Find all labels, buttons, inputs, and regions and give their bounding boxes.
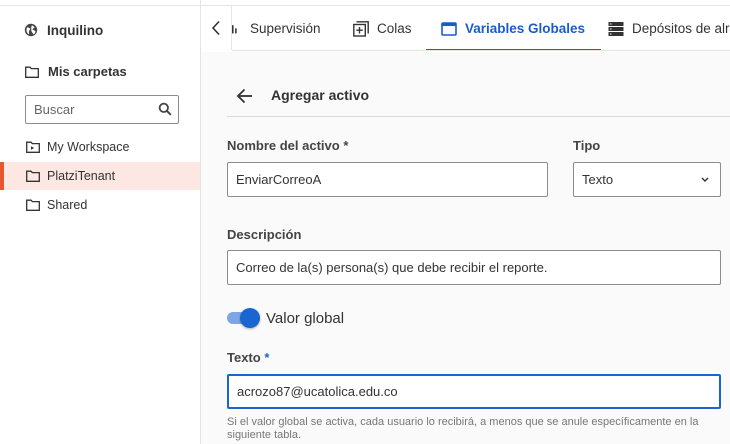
tab-colas[interactable]: Colas bbox=[353, 6, 412, 50]
text-value-label: Texto * bbox=[227, 350, 269, 365]
folder-search-box bbox=[25, 95, 179, 124]
text-value-label-text: Texto bbox=[227, 350, 261, 365]
window-icon bbox=[441, 21, 457, 36]
tab-label: Variables Globales bbox=[465, 21, 586, 36]
global-value-toggle[interactable] bbox=[227, 308, 260, 328]
storage-icon bbox=[608, 21, 624, 36]
workspace-folder-icon bbox=[26, 141, 40, 153]
tab-depositos[interactable]: Depósitos de alr bbox=[608, 6, 730, 50]
sidebar: Inquilino Mis carpetas My Workspace Plat… bbox=[0, 0, 201, 444]
text-value-field bbox=[227, 374, 721, 409]
description-field bbox=[227, 250, 721, 285]
queues-icon bbox=[353, 20, 369, 37]
asset-name-input[interactable] bbox=[228, 163, 547, 196]
description-input[interactable] bbox=[228, 251, 720, 284]
my-folders-header: Mis carpetas bbox=[25, 64, 127, 79]
sidebar-item-platzitenant[interactable]: PlatziTenant bbox=[0, 162, 200, 190]
text-value-input[interactable] bbox=[229, 376, 719, 407]
globe-icon bbox=[24, 23, 38, 37]
type-select[interactable]: Texto bbox=[573, 162, 721, 197]
sidebar-top-divider bbox=[0, 0, 201, 6]
folder-icon bbox=[26, 170, 40, 182]
toggle-knob bbox=[240, 308, 260, 328]
sidebar-item-label: My Workspace bbox=[47, 140, 130, 154]
tab-variables-globales[interactable]: Variables Globales bbox=[426, 6, 602, 50]
asset-name-field bbox=[227, 162, 548, 197]
sidebar-item-label: Shared bbox=[47, 198, 88, 212]
back-arrow-icon[interactable] bbox=[236, 87, 254, 105]
sidebar-item-label: PlatziTenant bbox=[47, 169, 116, 183]
folder-icon bbox=[26, 199, 40, 211]
tab-label: Supervisión bbox=[250, 21, 321, 36]
main-panel: Agregar activo Nombre del activo * Tipo … bbox=[201, 52, 730, 444]
collapse-sidebar-button[interactable] bbox=[201, 6, 232, 50]
folder-search-input[interactable] bbox=[26, 96, 154, 123]
description-label: Descripción bbox=[227, 227, 302, 242]
chevron-down-icon bbox=[701, 177, 709, 182]
required-marker: * bbox=[264, 350, 270, 365]
global-value-label: Valor global bbox=[266, 309, 345, 327]
search-icon[interactable] bbox=[158, 102, 172, 116]
global-value-toggle-row: Valor global bbox=[227, 308, 344, 328]
global-value-help-text: Si el valor global se activa, cada usuar… bbox=[227, 416, 699, 441]
tab-supervision[interactable]: Supervisión bbox=[232, 6, 321, 50]
bar-chart-icon bbox=[232, 24, 237, 33]
page-title: Agregar activo bbox=[271, 87, 370, 103]
tenant-label: Inquilino bbox=[47, 22, 104, 38]
required-marker: * bbox=[343, 138, 349, 153]
folder-icon bbox=[25, 66, 39, 78]
asset-name-label: Nombre del activo * bbox=[227, 138, 348, 153]
chevron-left-icon bbox=[211, 20, 220, 36]
page-header: Agregar activo bbox=[227, 81, 730, 117]
asset-name-label-text: Nombre del activo bbox=[227, 138, 340, 153]
sidebar-item-my-workspace[interactable]: My Workspace bbox=[0, 133, 200, 161]
tenant-selector[interactable]: Inquilino bbox=[24, 20, 103, 40]
tab-label: Depósitos de alr bbox=[632, 21, 730, 36]
tab-label: Colas bbox=[377, 21, 412, 36]
sidebar-item-shared[interactable]: Shared bbox=[0, 191, 200, 219]
my-folders-label: Mis carpetas bbox=[48, 64, 127, 79]
type-label: Tipo bbox=[573, 138, 601, 153]
type-select-value: Texto bbox=[582, 172, 614, 187]
tab-bar: Supervisión Colas Variables Globales Dep… bbox=[232, 6, 730, 51]
